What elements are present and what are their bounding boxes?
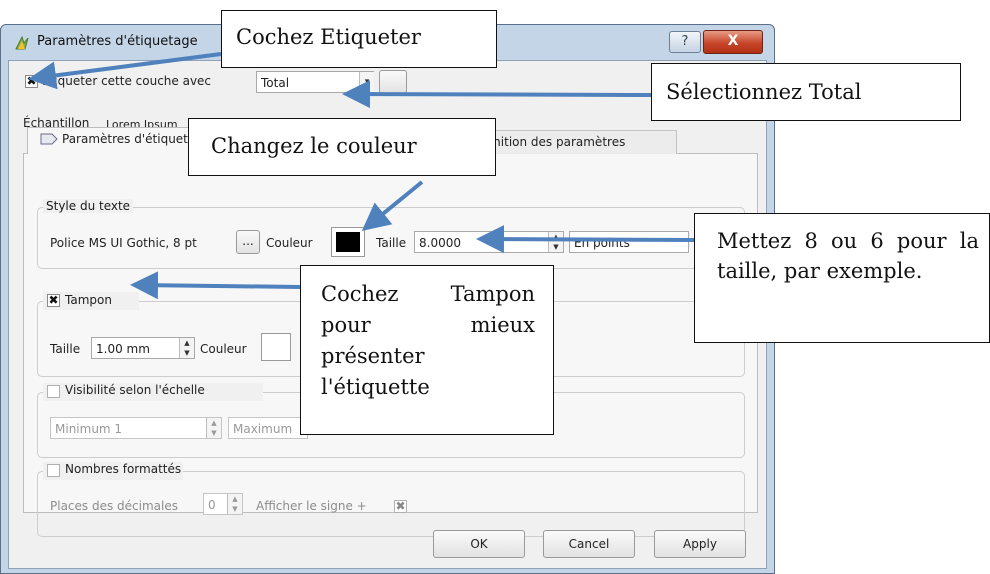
text-size-value: 8.0000 [419, 236, 461, 250]
callout-select-total: Sélectionnez Total [651, 63, 961, 121]
label-field-select[interactable]: Total [256, 71, 374, 93]
size-unit-value: En points [574, 236, 630, 250]
size-unit-select[interactable]: En points [569, 231, 689, 253]
expression-button[interactable] [379, 70, 407, 94]
ok-button[interactable]: OK [433, 530, 525, 558]
sign-label: Afficher le signe + [256, 499, 367, 513]
scale-min-spinner-icon[interactable]: ▲ ▼ [206, 418, 221, 438]
scale-max-input[interactable]: Maximum [228, 417, 308, 439]
chevron-down-icon[interactable]: ▾ [359, 72, 374, 92]
numbers-checkbox[interactable] [47, 464, 60, 477]
scale-min-value: Minimum 1 [55, 422, 123, 436]
text-size-label: Taille [376, 236, 407, 250]
callout-check-label: Cochez Etiqueter [221, 10, 497, 68]
sign-checkbox[interactable]: ✖ [394, 500, 407, 513]
text-color-button[interactable] [331, 227, 365, 257]
decimals-value: 0 [208, 498, 216, 512]
buffer-size-value: 1.00 mm [96, 342, 150, 356]
scale-max-value: Maximum [233, 422, 293, 436]
close-button[interactable]: X [703, 30, 763, 54]
decimals-label: Places des décimales [50, 499, 178, 513]
buffer-color-label: Couleur [200, 342, 247, 356]
help-button[interactable]: ? [669, 31, 701, 53]
text-color-label: Couleur [266, 236, 313, 250]
text-style-title: Style du texte [43, 199, 134, 213]
buffer-color-button[interactable] [261, 333, 291, 361]
size-spinner-icon[interactable]: ▲ ▼ [548, 232, 563, 252]
callout-buffer-hint: Cochez Tampon pour mieux présenter l'éti… [300, 265, 554, 435]
cancel-button[interactable]: Cancel [543, 530, 635, 558]
apply-button[interactable]: Apply [654, 530, 746, 558]
scale-checkbox[interactable] [47, 385, 60, 398]
scale-title: Visibilité selon l'échelle [65, 383, 205, 397]
buffer-title: Tampon [65, 293, 112, 307]
callout-size-hint: Mettez 8 ou 6 pour la taille, par exempl… [694, 213, 990, 343]
callout-change-color: Changez le couleur [188, 118, 496, 176]
buffer-size-label: Taille [50, 342, 81, 356]
buffer-checkbox[interactable]: ✖ [47, 294, 60, 307]
buffer-spinner-icon[interactable]: ▲ ▼ [179, 338, 194, 358]
label-field-value: Total [261, 76, 290, 90]
numbers-title: Nombres formattés [65, 462, 182, 476]
label-layer-checkbox[interactable]: ✖ [25, 75, 38, 88]
tag-icon [40, 133, 58, 145]
font-label: Police MS UI Gothic, 8 pt [50, 236, 197, 250]
window-title: Paramètres d'étiquetage [37, 34, 198, 49]
label-layer-text: Étiqueter cette couche avec [42, 74, 212, 88]
font-button[interactable]: ... [236, 230, 260, 254]
text-color-swatch [336, 232, 360, 252]
text-size-input[interactable]: 8.0000 [414, 231, 564, 253]
scale-min-input[interactable]: Minimum 1 [50, 417, 222, 439]
qgis-logo-icon [13, 34, 31, 52]
decimals-spinner-icon[interactable]: ▲ ▼ [227, 494, 242, 514]
